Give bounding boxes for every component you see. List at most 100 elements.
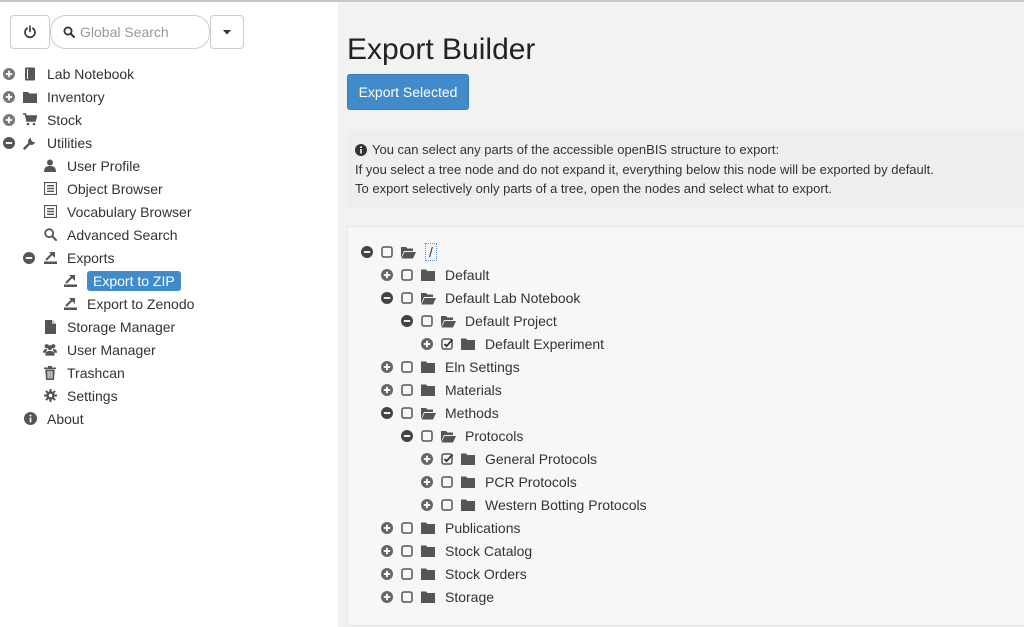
tree-node[interactable]: Storage — [381, 586, 494, 608]
sidebar-item-trashcan[interactable]: Trashcan — [43, 361, 125, 384]
tree-node[interactable]: PCR Protocols — [421, 471, 577, 493]
search-input[interactable] — [80, 24, 200, 40]
logout-button[interactable] — [10, 15, 50, 49]
checkbox[interactable] — [401, 545, 413, 557]
tree-node[interactable]: Stock Catalog — [381, 540, 532, 562]
expand-icon[interactable] — [421, 499, 433, 511]
tree-node[interactable]: Materials — [381, 379, 502, 401]
sidebar-item-settings[interactable]: Settings — [43, 384, 118, 407]
expand-icon[interactable] — [3, 90, 15, 103]
checkbox[interactable] — [401, 407, 413, 419]
tree-node[interactable]: Stock Orders — [381, 563, 527, 585]
checkbox-checked[interactable] — [441, 338, 453, 350]
folder-icon — [421, 568, 436, 581]
search-icon — [43, 228, 57, 242]
checkbox[interactable] — [401, 522, 413, 534]
tree-node-label: Methods — [445, 405, 499, 421]
checkbox[interactable] — [401, 361, 413, 373]
sidebar-item-stock[interactable]: Stock — [3, 108, 82, 131]
tree-node[interactable]: Publications — [381, 517, 521, 539]
collapse-icon[interactable] — [401, 315, 413, 327]
tree-node[interactable]: Default Lab Notebook — [381, 287, 580, 309]
main-content: Export Builder Export Selected You can s… — [338, 2, 1024, 627]
folder-icon — [421, 545, 436, 558]
expand-icon[interactable] — [421, 453, 433, 465]
tree-node[interactable]: Default — [381, 264, 489, 286]
tree-node-label: Default Experiment — [485, 336, 605, 352]
expand-icon[interactable] — [381, 384, 393, 396]
info-panel: You can select any parts of the accessib… — [347, 130, 1024, 208]
expand-icon[interactable] — [381, 269, 393, 281]
checkbox[interactable] — [401, 384, 413, 396]
tree-node[interactable]: Protocols — [401, 425, 523, 447]
checkbox[interactable] — [401, 292, 413, 304]
sidebar-item-storage-manager[interactable]: Storage Manager — [43, 315, 175, 338]
expand-icon[interactable] — [381, 545, 393, 557]
sidebar-item-object-browser[interactable]: Object Browser — [43, 177, 163, 200]
tree-node-root[interactable]: / — [361, 241, 437, 263]
tree-node-label: Publications — [445, 520, 521, 536]
sidebar-item-about[interactable]: About — [23, 407, 84, 430]
sidebar-item-user-profile[interactable]: User Profile — [43, 154, 140, 177]
checkbox[interactable] — [421, 315, 433, 327]
folder-icon — [461, 476, 476, 489]
checkbox[interactable] — [381, 246, 393, 258]
checkbox[interactable] — [401, 591, 413, 603]
tree-node[interactable]: Default Experiment — [421, 333, 604, 355]
notebook-icon — [23, 67, 37, 81]
checkbox[interactable] — [401, 568, 413, 580]
collapse-icon[interactable] — [23, 251, 35, 264]
list-alt-icon — [43, 205, 57, 219]
sidebar-item-label: Vocabulary Browser — [67, 203, 192, 220]
sidebar-item-label: Exports — [67, 249, 115, 266]
folder-icon — [421, 269, 436, 282]
search-options-dropdown[interactable] — [210, 15, 244, 49]
tree-node-label: Materials — [445, 382, 502, 398]
collapse-icon[interactable] — [361, 246, 373, 258]
expand-icon[interactable] — [381, 361, 393, 373]
sidebar-item-label: Lab Notebook — [47, 65, 135, 82]
expand-icon[interactable] — [421, 338, 433, 350]
sidebar-item-inventory[interactable]: Inventory — [3, 85, 105, 108]
list-alt-icon — [43, 182, 57, 196]
expand-icon[interactable] — [381, 568, 393, 580]
collapse-icon[interactable] — [3, 136, 15, 149]
expand-icon[interactable] — [381, 522, 393, 534]
expand-icon[interactable] — [421, 476, 433, 488]
tree-node-label: Stock Orders — [445, 566, 527, 582]
checkbox[interactable] — [401, 269, 413, 281]
users-icon — [43, 343, 57, 357]
folder-open-icon — [441, 315, 456, 328]
sidebar-item-exports[interactable]: Exports — [23, 246, 114, 269]
info-text-1: You can select any parts of the accessib… — [372, 142, 780, 157]
expand-icon[interactable] — [3, 67, 15, 80]
expand-icon[interactable] — [3, 113, 15, 126]
checkbox-checked[interactable] — [441, 453, 453, 465]
sidebar-item-vocabulary-browser[interactable]: Vocabulary Browser — [43, 200, 192, 223]
collapse-icon[interactable] — [381, 292, 393, 304]
tree-node[interactable]: Default Project — [401, 310, 557, 332]
tree-node[interactable]: Western Botting Protocols — [421, 494, 647, 516]
collapse-icon[interactable] — [381, 407, 393, 419]
tree-node[interactable]: General Protocols — [421, 448, 597, 470]
tree-node[interactable]: Eln Settings — [381, 356, 520, 378]
tree-node[interactable]: Methods — [381, 402, 499, 424]
info-icon — [23, 412, 37, 426]
collapse-icon[interactable] — [401, 430, 413, 442]
tree-node-label: / — [425, 243, 437, 261]
export-selected-button[interactable]: Export Selected — [347, 74, 469, 110]
file-icon — [43, 319, 57, 334]
checkbox[interactable] — [441, 499, 453, 511]
sidebar-item-lab-notebook[interactable]: Lab Notebook — [3, 62, 134, 85]
info-icon — [355, 143, 367, 156]
global-search[interactable] — [50, 15, 210, 49]
tree-node-label: Eln Settings — [445, 359, 520, 375]
expand-icon[interactable] — [381, 591, 393, 603]
sidebar-item-export-to-zip[interactable]: Export to ZIP — [63, 269, 181, 292]
checkbox[interactable] — [421, 430, 433, 442]
sidebar-item-utilities[interactable]: Utilities — [3, 131, 92, 154]
sidebar-item-advanced-search[interactable]: Advanced Search — [43, 223, 178, 246]
sidebar-item-user-manager[interactable]: User Manager — [43, 338, 156, 361]
checkbox[interactable] — [441, 476, 453, 488]
sidebar-item-export-to-zenodo[interactable]: Export to Zenodo — [63, 292, 194, 315]
